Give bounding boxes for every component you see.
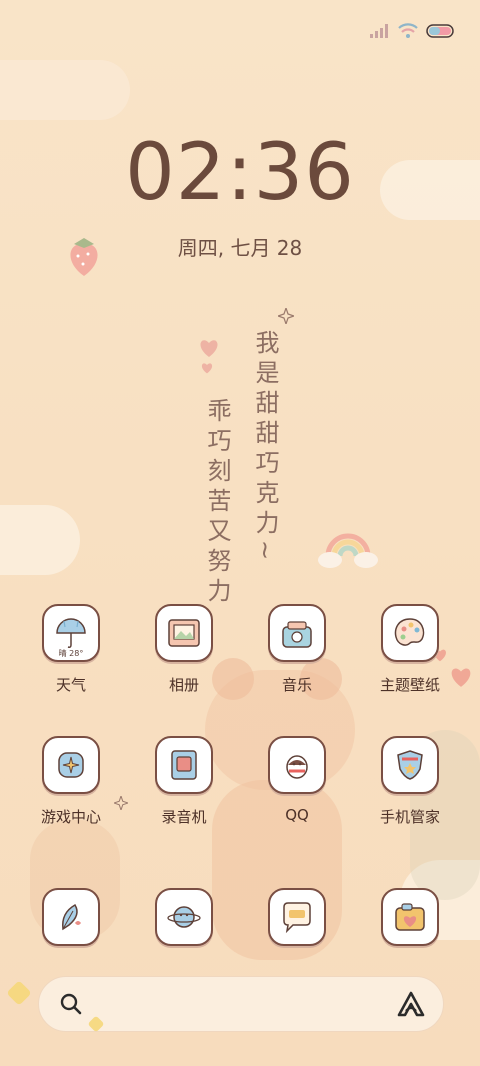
heart-icon	[201, 363, 213, 374]
photo-frame-icon	[168, 619, 200, 647]
game-controller-icon	[58, 752, 84, 778]
app-icon[interactable]	[381, 888, 439, 946]
rainbow-cloud-icon	[318, 533, 378, 568]
cloud-decoration	[0, 60, 130, 120]
camera-heart-icon	[395, 903, 425, 931]
app-music[interactable]: 音乐	[241, 604, 353, 714]
app-label: 主题壁纸	[379, 676, 440, 694]
umbrella-weather-icon	[56, 618, 86, 648]
app-icon[interactable]	[155, 736, 213, 794]
app-icon[interactable]	[42, 736, 100, 794]
app-label: QQ	[285, 806, 309, 824]
app-weather[interactable]: 晴 28° 天气	[15, 604, 127, 714]
chat-bubble-icon	[283, 902, 311, 934]
cloud-decoration	[0, 505, 80, 575]
app-label: 天气	[55, 676, 86, 694]
app-icon[interactable]	[42, 888, 100, 946]
wallpaper-text-line1: 我是甜甜巧克力~	[251, 330, 279, 567]
radio-icon	[282, 621, 312, 648]
signal-bars-icon	[370, 24, 388, 38]
app-icon[interactable]	[381, 604, 439, 662]
home-screen: 02:36 周四, 七月 28 我是甜甜巧克力~ 乖巧刻苦又努力 晴 28° 天…	[0, 0, 480, 1066]
assistant-logo-icon[interactable]	[397, 991, 425, 1017]
wifi-icon	[398, 23, 418, 38]
app-icon[interactable]	[155, 604, 213, 662]
app-label: 手机管家	[379, 808, 440, 826]
recorder-icon	[171, 750, 197, 780]
app-themes[interactable]: 主题壁纸	[354, 604, 466, 714]
qq-penguin-icon	[286, 755, 308, 779]
app-label: 游戏中心	[40, 808, 101, 826]
palette-icon	[394, 618, 425, 646]
sparkle-icon	[278, 308, 294, 324]
app-phone-manager[interactable]: 手机管家	[354, 736, 466, 846]
app-icon[interactable]: 晴 28°	[42, 604, 100, 662]
wallpaper-text-line2: 乖巧刻苦又努力	[203, 398, 231, 608]
app-icon[interactable]	[268, 736, 326, 794]
shield-icon	[397, 750, 423, 780]
app-label: 录音机	[161, 808, 207, 826]
app-icon[interactable]	[268, 888, 326, 946]
battery-icon	[426, 24, 454, 38]
lockscreen-date[interactable]: 周四, 七月 28	[0, 232, 480, 261]
app-gallery[interactable]: 相册	[128, 604, 240, 714]
app-icon[interactable]	[155, 888, 213, 946]
app-label: 相册	[168, 676, 199, 694]
app-recorder[interactable]: 录音机	[128, 736, 240, 846]
app-label: 音乐	[281, 676, 312, 694]
status-bar	[370, 20, 456, 42]
lockscreen-clock[interactable]: 02:36	[0, 128, 480, 218]
planet-icon	[167, 906, 201, 928]
heart-icon	[200, 340, 218, 357]
feather-icon	[62, 903, 81, 931]
weather-badge: 晴 28°	[58, 649, 84, 658]
app-game-center[interactable]: 游戏中心	[15, 736, 127, 846]
app-icon[interactable]	[381, 736, 439, 794]
app-icon[interactable]	[268, 604, 326, 662]
search-icon[interactable]	[59, 992, 83, 1016]
app-qq[interactable]: QQ	[241, 736, 353, 846]
